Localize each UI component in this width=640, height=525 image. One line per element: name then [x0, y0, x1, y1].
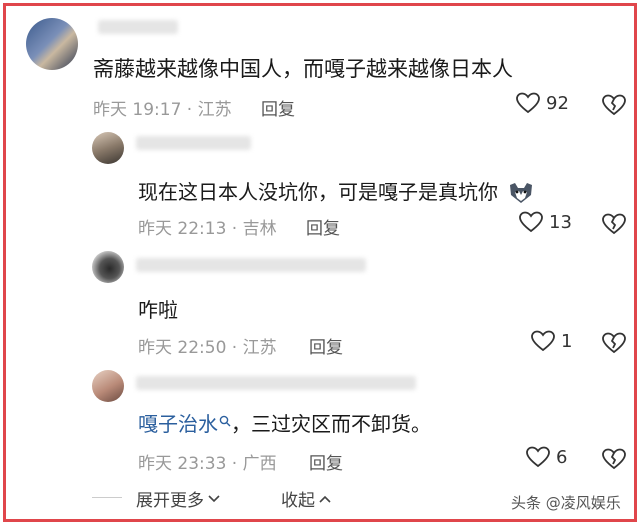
comment-meta: 昨天 22:50 · 江苏 — [138, 338, 277, 358]
username-blurred[interactable] — [98, 20, 178, 34]
broken-heart-icon — [602, 448, 626, 470]
reply-button[interactable]: 回复 — [309, 333, 343, 358]
like-count: 6 — [556, 446, 568, 468]
comment-meta: 昨天 22:13 · 吉林 — [138, 219, 277, 239]
search-icon[interactable] — [219, 408, 231, 432]
heart-icon — [531, 330, 555, 352]
thread-divider — [92, 497, 122, 498]
comment-content: 嘎子治水 ，三过灾区而不卸货。 — [138, 408, 431, 437]
avatar[interactable] — [92, 370, 124, 402]
search-link[interactable]: 嘎子治水 — [138, 412, 218, 436]
dislike-button[interactable] — [602, 94, 626, 120]
heart-icon — [516, 92, 540, 114]
comment-thread: 斋藤越来越像中国人，而嘎子越来越像日本人 昨天 19:17 · 江苏 回复 92… — [3, 3, 637, 522]
like-count: 13 — [549, 211, 572, 233]
heart-icon — [519, 211, 543, 233]
username-blurred[interactable] — [136, 258, 366, 272]
like-count: 1 — [561, 330, 573, 352]
like-button[interactable]: 13 — [519, 211, 572, 233]
expand-more-label: 展开更多 — [136, 491, 204, 511]
broken-heart-icon — [602, 94, 626, 116]
collapse-label: 收起 — [281, 491, 315, 511]
watermark: 头条 @凌风娱乐 — [511, 494, 621, 512]
expand-more-button[interactable]: 展开更多 — [136, 486, 221, 511]
collapse-button[interactable]: 收起 — [281, 486, 332, 511]
broken-heart-icon — [602, 213, 626, 235]
username-blurred[interactable] — [136, 136, 251, 150]
avatar[interactable] — [92, 132, 124, 164]
reply-button[interactable]: 回复 — [309, 449, 343, 474]
broken-heart-icon — [602, 332, 626, 354]
heart-icon — [526, 446, 550, 468]
dislike-button[interactable] — [602, 332, 626, 358]
reply-button[interactable]: 回复 — [306, 214, 340, 239]
husky-emoji-icon — [507, 181, 535, 209]
comment-text: ，三过灾区而不卸货。 — [231, 412, 431, 436]
avatar[interactable] — [92, 251, 124, 283]
comment-content: 现在这日本人没坑你，可是嘎子是真坑你 — [138, 176, 535, 209]
reply-button[interactable]: 回复 — [261, 95, 295, 120]
like-button[interactable]: 92 — [516, 92, 569, 114]
username-blurred[interactable] — [136, 376, 416, 390]
comment-text: 咋啦 — [138, 298, 178, 322]
like-button[interactable]: 1 — [531, 330, 572, 352]
avatar[interactable] — [26, 18, 78, 70]
like-count: 92 — [546, 92, 569, 114]
chevron-up-icon — [318, 489, 332, 509]
chevron-down-icon — [207, 489, 221, 509]
dislike-button[interactable] — [602, 448, 626, 474]
dislike-button[interactable] — [602, 213, 626, 239]
comment-meta: 昨天 23:33 · 广西 — [138, 454, 277, 474]
comment-meta: 昨天 19:17 · 江苏 — [93, 100, 232, 120]
comment-text: 斋藤越来越像中国人，而嘎子越来越像日本人 — [93, 57, 513, 81]
like-button[interactable]: 6 — [526, 446, 567, 468]
comment-text: 现在这日本人没坑你，可是嘎子是真坑你 — [138, 180, 498, 204]
